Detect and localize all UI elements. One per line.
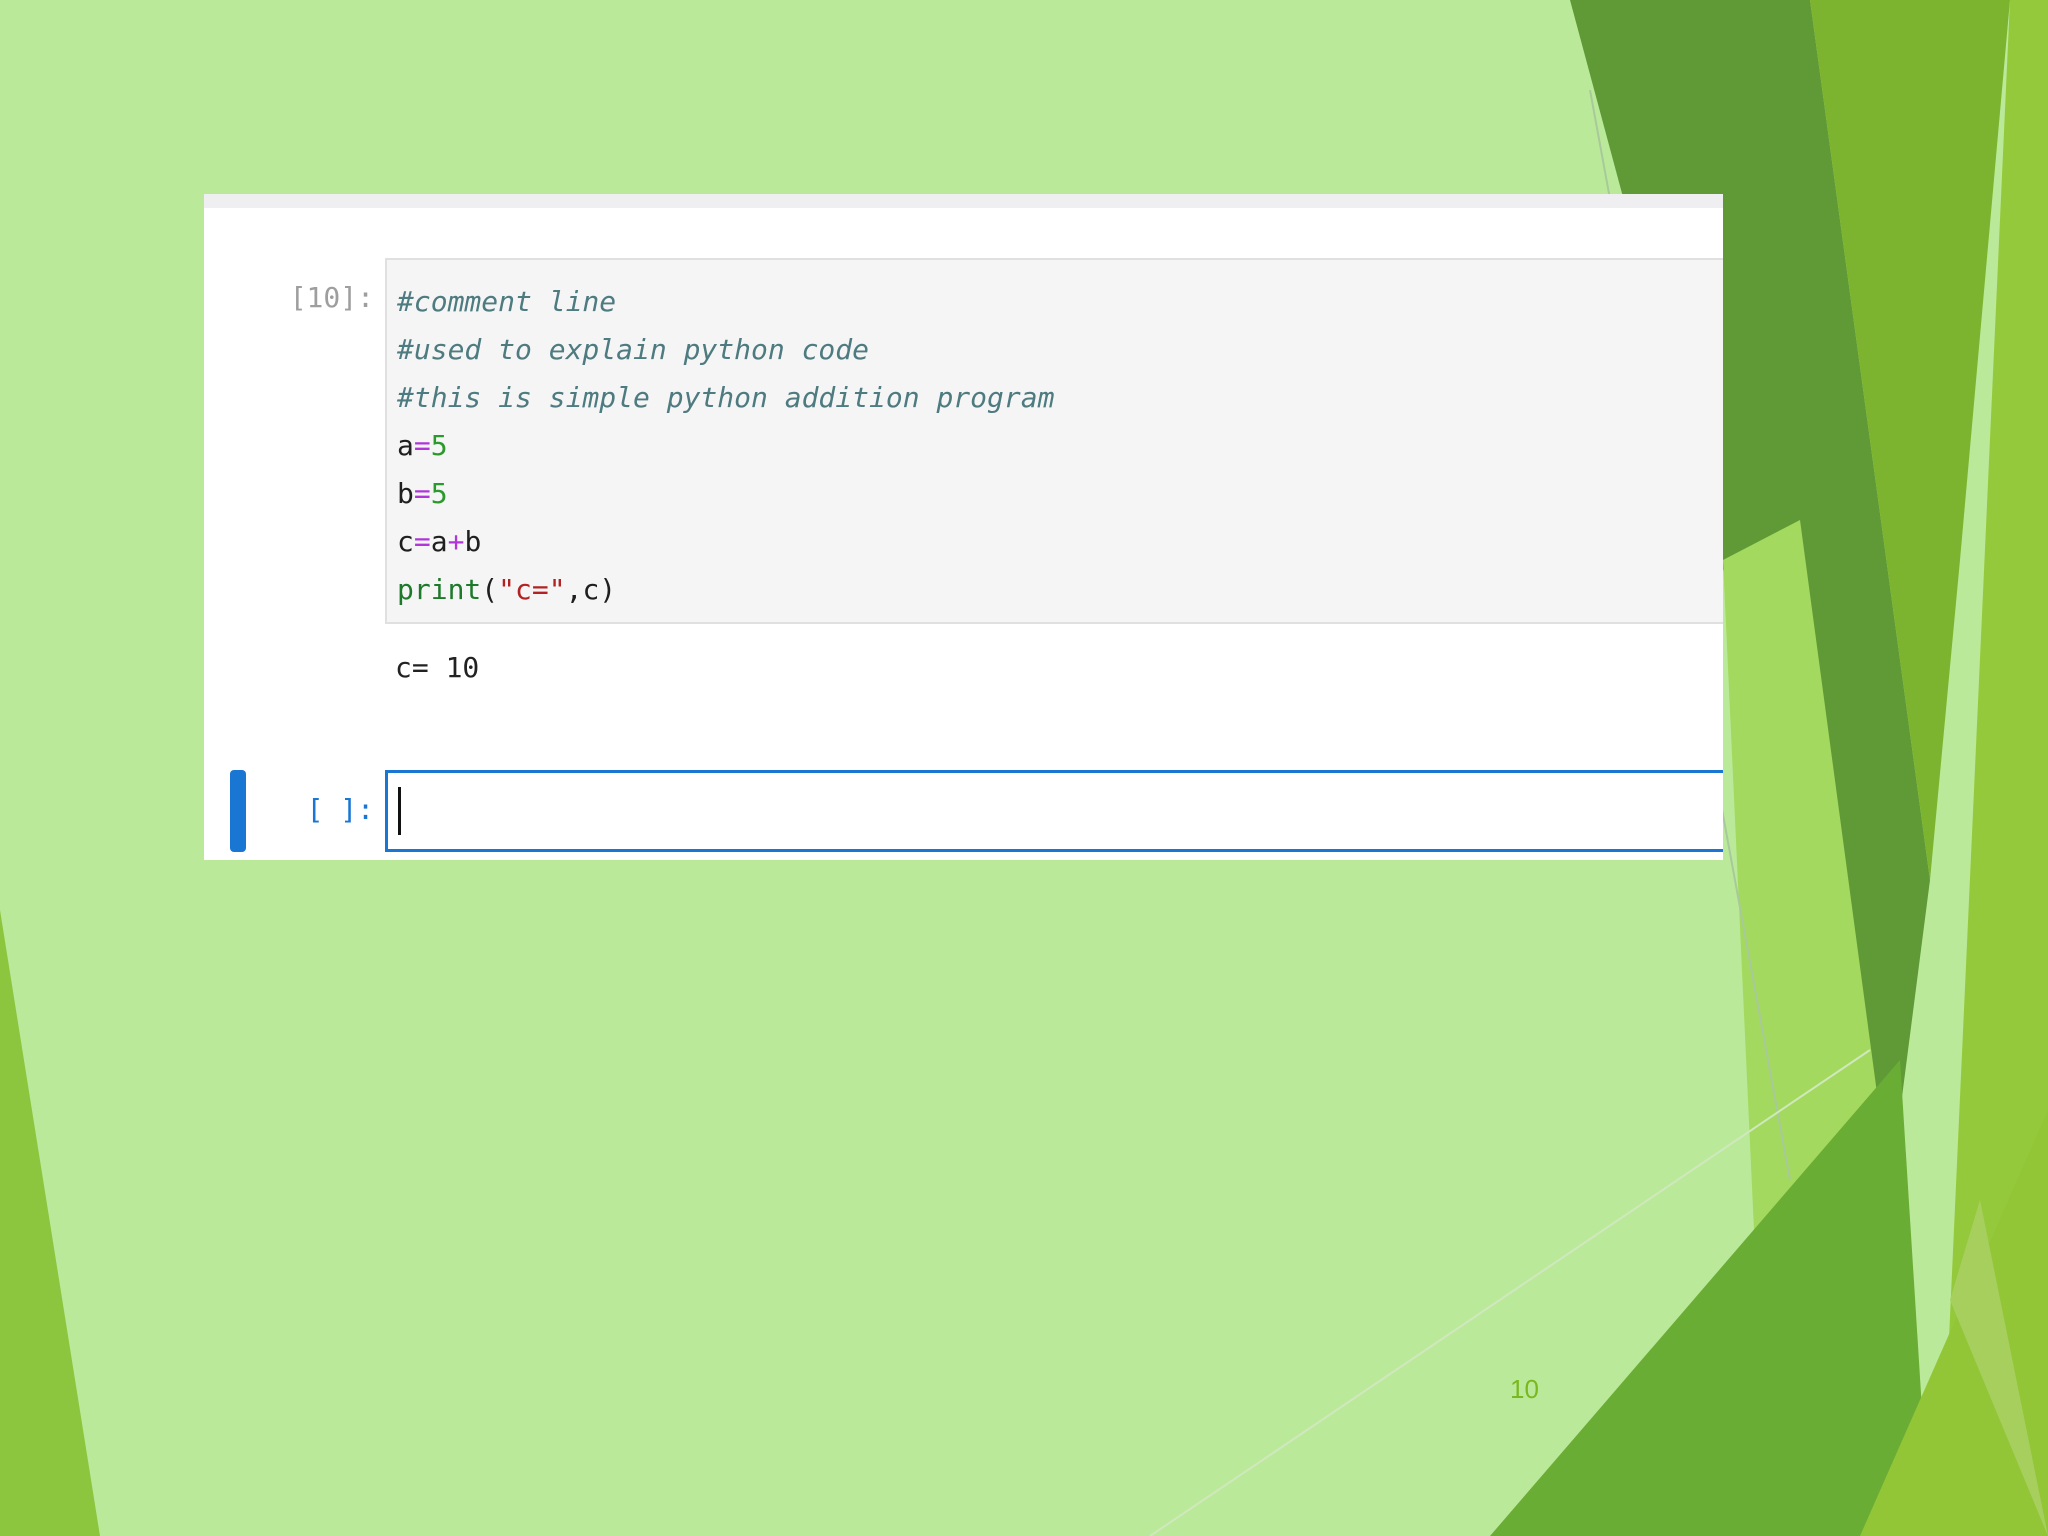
code-token: c — [397, 525, 414, 558]
slide-number: 10 — [1510, 1374, 1539, 1404]
code-token: b — [464, 525, 482, 558]
code-token: print — [397, 573, 482, 606]
deco-left-stripe — [0, 910, 100, 1536]
code-token: = — [413, 477, 431, 510]
code-token: a — [397, 429, 414, 462]
active-empty-cell[interactable]: [ ]: — [204, 770, 1723, 852]
code-line: c=a+b — [397, 518, 1723, 566]
code-token: 5 — [430, 477, 448, 510]
code-token: #used to explain python code — [397, 333, 870, 366]
code-token: 5 — [430, 429, 448, 462]
code-token: + — [447, 525, 465, 558]
code-line: #comment line — [397, 278, 1723, 326]
code-token: a — [430, 525, 448, 558]
code-token: ( — [481, 573, 499, 606]
code-line: print("c=",c) — [397, 566, 1723, 614]
code-token: = — [413, 429, 431, 462]
code-cell[interactable]: [10]: #comment line #used to explain pyth… — [204, 258, 1723, 624]
deco-bottom-green — [1490, 1060, 1930, 1536]
code-token: ,c) — [565, 573, 617, 606]
code-input-area[interactable]: #comment line #used to explain python cod… — [385, 258, 1723, 624]
code-token: #comment line — [397, 285, 617, 318]
execution-count-prompt: [10]: — [289, 281, 374, 314]
code-line: #this is simple python addition program — [397, 374, 1723, 422]
code-line: a=5 — [397, 422, 1723, 470]
code-line: b=5 — [397, 470, 1723, 518]
empty-cell-input[interactable] — [385, 770, 1723, 852]
code-token: b — [397, 477, 414, 510]
code-token: = — [413, 525, 431, 558]
jupyter-notebook-screenshot: [10]: #comment line #used to explain pyth… — [204, 194, 1723, 860]
cell-output: c= 10 — [395, 651, 480, 684]
text-cursor — [398, 787, 401, 835]
empty-cell-prompt: [ ]: — [306, 793, 374, 826]
code-line: #used to explain python code — [397, 326, 1723, 374]
code-token: "c=" — [498, 573, 566, 606]
active-cell-indicator — [230, 770, 246, 852]
code-token: #this is simple python addition program — [397, 381, 1055, 414]
